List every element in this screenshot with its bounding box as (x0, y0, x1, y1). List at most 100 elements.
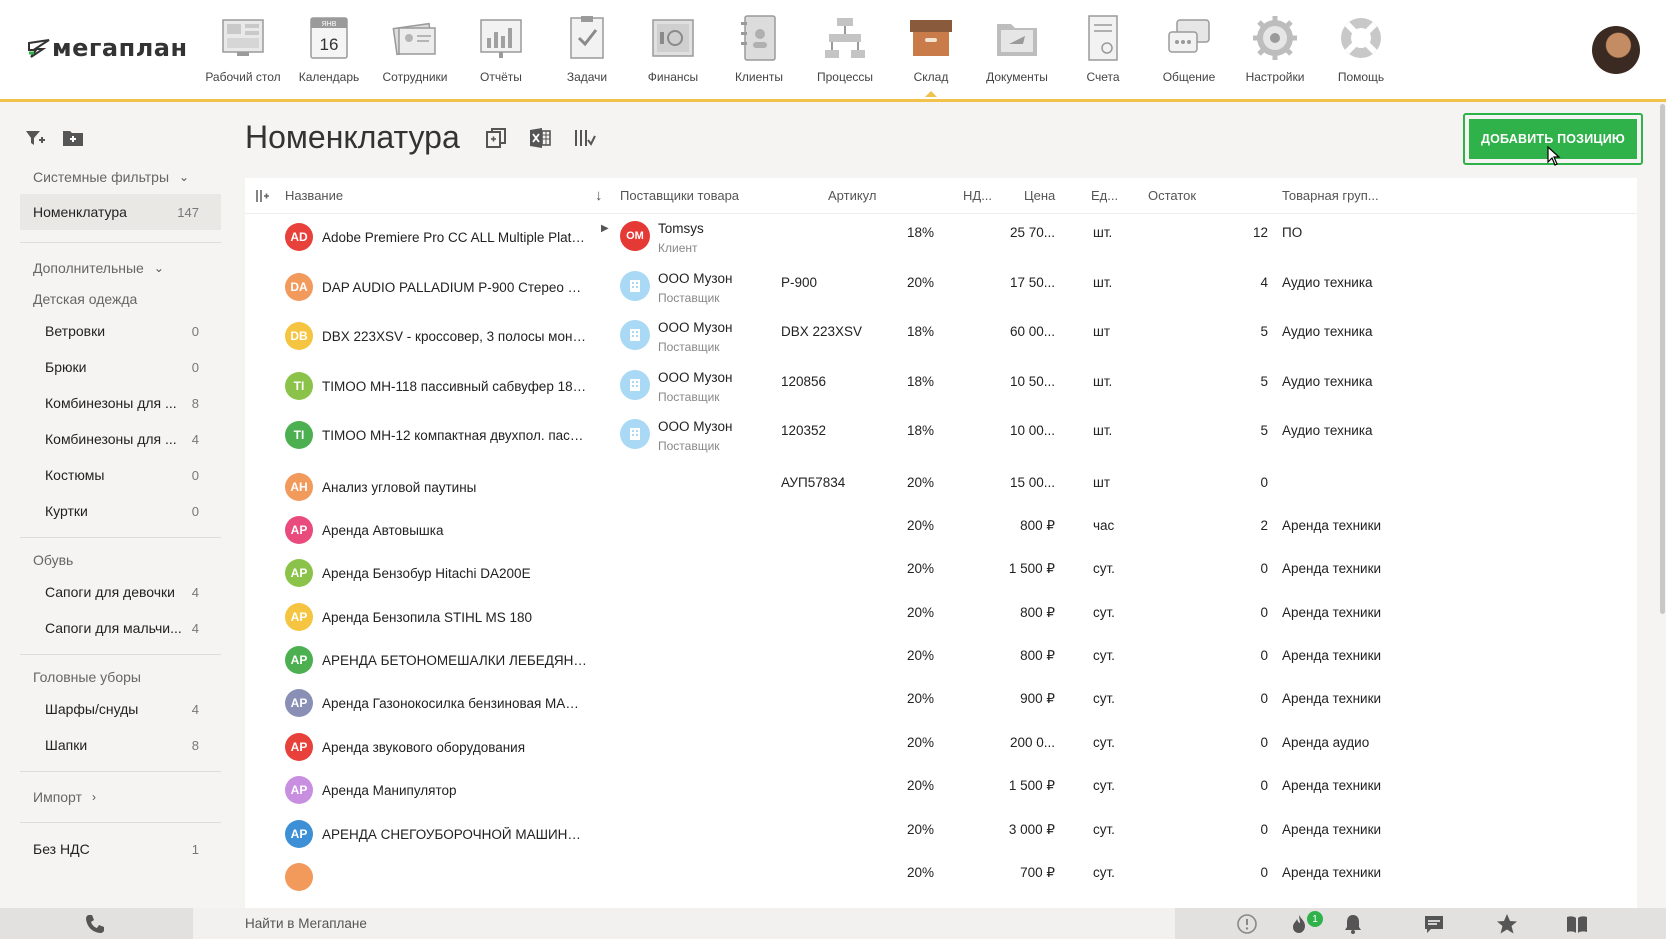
nav-item-calendar[interactable]: ЯНВ 16 Календарь (286, 14, 372, 84)
copy-icon[interactable] (484, 126, 508, 150)
phone-icon[interactable] (84, 913, 106, 935)
column-header-suppliers[interactable]: Поставщики товара (620, 188, 739, 203)
table-row[interactable]: АР Аренда Газонокосилка бензиновая MAKI..… (245, 678, 1637, 721)
column-header-sku[interactable]: Артикул (828, 188, 876, 203)
group-heading[interactable]: Головные уборы (20, 663, 221, 691)
table-row[interactable]: АР Аренда Бензобур Hitachi DA200E 20% 1 500… (245, 548, 1637, 591)
sidebar-item[interactable]: Сапоги для мальчи... 4 (20, 610, 221, 646)
sidebar-item[interactable]: Куртки 0 (20, 493, 221, 529)
group-heading[interactable]: Детская одежда (20, 285, 221, 313)
nav-item-processes[interactable]: Процессы (802, 14, 888, 84)
sidebar-item[interactable]: Шарфы/снуды 4 (20, 691, 221, 727)
item-name[interactable]: Аренда Бензобур Hitachi DA200E (322, 566, 587, 581)
table-row[interactable]: АН Анализ угловой паутины АУП57834 20% 15 00… (245, 462, 1637, 505)
book-icon[interactable] (1566, 913, 1588, 935)
item-name[interactable]: АРЕНДА СНЕГОУБОРОЧНОЙ МАШИНЫ Р... (322, 827, 587, 842)
nav-item-warehouse[interactable]: Склад (888, 14, 974, 97)
item-name[interactable]: Adobe Premiere Pro CC ALL Multiple Platf… (322, 230, 587, 245)
supplier-name[interactable]: ООО Музон (658, 320, 732, 335)
table-row[interactable]: АР Аренда звукового оборудования 20% 200 0.… (245, 722, 1637, 765)
item-name[interactable]: Аренда Манипулятор (322, 783, 587, 798)
nav-item-settings[interactable]: Настройки (1232, 14, 1318, 84)
user-avatar[interactable] (1592, 26, 1640, 74)
table-row[interactable]: АР Аренда Манипулятор 20% 1 500 ₽ сут. 0 Аренд… (245, 765, 1637, 808)
column-header-price[interactable]: Цена (1024, 188, 1055, 203)
star-icon[interactable] (1496, 913, 1518, 935)
item-price: 17 50... (1009, 274, 1055, 290)
item-name[interactable]: Анализ угловой паутины (322, 480, 587, 495)
additional-toggle[interactable]: Дополнительные ⌄ (20, 251, 221, 285)
supplier-name[interactable]: Tomsys (658, 221, 704, 236)
item-price: 1 500 ₽ (1008, 778, 1055, 794)
table-row[interactable]: TI TIMOO MH-118 пассивный сабвуфер 18 ",.… (245, 363, 1637, 413)
nav-item-desktop[interactable]: Рабочий стол (200, 14, 286, 84)
table-row[interactable]: DB DBX 223XSV - кроссовер, 3 полосы моно-… (245, 313, 1637, 363)
item-name[interactable]: TIMOO MH-118 пассивный сабвуфер 18 ",... (322, 379, 587, 394)
table-row[interactable]: 20% 700 ₽ сут. 0 Аренда техники (245, 852, 1637, 895)
column-settings-icon[interactable] (572, 126, 596, 150)
sidebar-item-no-vat[interactable]: Без НДС 1 (20, 831, 221, 867)
item-name[interactable]: Аренда Бензопила STIHL MS 180 (322, 610, 587, 625)
item-stock: 0 (1260, 604, 1268, 620)
nav-item-clients[interactable]: Клиенты (716, 14, 802, 84)
group-heading[interactable]: Обувь (20, 546, 221, 574)
mouse-cursor-icon (1547, 146, 1561, 166)
sidebar-item[interactable]: Шапки 8 (20, 727, 221, 763)
excel-export-icon[interactable] (528, 126, 552, 150)
add-filter-icon[interactable] (24, 127, 46, 149)
table-row[interactable]: TI TIMOO MH-12 компактная двухпол. пасс..… (245, 412, 1637, 462)
table-row[interactable]: АР АРЕНДА БЕТОНОМЕШАЛКИ ЛЕБЕДЯНЬ ... 20% 80… (245, 635, 1637, 678)
table-row[interactable]: АР Аренда Бензопила STIHL MS 180 20% 800 ₽ с… (245, 592, 1637, 635)
warning-icon[interactable] (1236, 913, 1258, 935)
system-filters-toggle[interactable]: Системные фильтры ⌄ (20, 160, 221, 194)
expand-arrow-icon[interactable]: ▶ (601, 223, 609, 234)
sidebar-item[interactable]: Комбинезоны для ... 8 (20, 385, 221, 421)
table-row[interactable]: DA DAP AUDIO PALLADIUM P-900 Стерео уси..… (245, 264, 1637, 314)
item-name[interactable]: Аренда Автовышка (322, 523, 587, 538)
import-toggle[interactable]: Импорт › (20, 780, 221, 814)
nav-item-chat[interactable]: Общение (1146, 14, 1232, 84)
item-name[interactable]: Аренда звукового оборудования (322, 740, 587, 755)
item-name[interactable]: АРЕНДА БЕТОНОМЕШАЛКИ ЛЕБЕДЯНЬ ... (322, 653, 587, 668)
supplier-name[interactable]: ООО Музон (658, 419, 732, 434)
sidebar-item[interactable]: Костюмы 0 (20, 457, 221, 493)
messages-icon[interactable] (1423, 913, 1445, 935)
item-name[interactable]: DBX 223XSV - кроссовер, 3 полосы моно-,.… (322, 329, 587, 344)
item-stock: 0 (1260, 648, 1268, 664)
page-scrollbar[interactable] (1660, 104, 1665, 614)
item-name[interactable]: Аренда Газонокосилка бензиновая MAKI... (322, 696, 587, 711)
column-header-unit[interactable]: Ед... (1091, 188, 1118, 203)
nav-item-help[interactable]: Помощь (1318, 14, 1404, 84)
supplier-name[interactable]: ООО Музон (658, 271, 732, 286)
nav-item-tasks[interactable]: Задачи (544, 14, 630, 84)
item-stock: 0 (1260, 561, 1268, 577)
bell-icon[interactable] (1342, 913, 1364, 935)
sidebar-item-count: 8 (191, 737, 199, 753)
nav-item-documents[interactable]: Документы (974, 14, 1060, 84)
item-name[interactable]: TIMOO MH-12 компактная двухпол. пасс.... (322, 428, 587, 443)
sidebar-item[interactable]: Комбинезоны для ... 4 (20, 421, 221, 457)
column-header-stock[interactable]: Остаток (1148, 188, 1196, 203)
sidebar-item[interactable]: Брюки 0 (20, 349, 221, 385)
table-row[interactable]: АР Аренда Автовышка 20% 800 ₽ час 2 Аренда тех… (245, 505, 1637, 548)
sidebar-item[interactable]: Ветровки 0 (20, 313, 221, 349)
nav-item-finance[interactable]: Финансы (630, 14, 716, 84)
sort-desc-icon[interactable]: ↓ (595, 187, 603, 204)
add-folder-icon[interactable] (62, 127, 84, 149)
column-header-group[interactable]: Товарная груп... (1282, 188, 1379, 203)
column-header-name[interactable]: Название (285, 188, 343, 203)
column-picker-icon[interactable] (255, 189, 269, 203)
nav-item-employees[interactable]: Сотрудники (372, 14, 458, 84)
sidebar-item[interactable]: Сапоги для девочки 4 (20, 574, 221, 610)
nav-label: Финансы (647, 70, 699, 84)
global-search-input[interactable]: Найти в Мегаплане (193, 908, 1175, 939)
column-header-vat[interactable]: НД... (963, 188, 992, 203)
sidebar-item-nomenclature[interactable]: Номенклатура 147 (20, 194, 221, 230)
megaplan-logo[interactable]: мегаплан (28, 34, 188, 62)
table-row[interactable]: АР АРЕНДА СНЕГОУБОРОЧНОЙ МАШИНЫ Р... 20% 3 … (245, 809, 1637, 852)
supplier-name[interactable]: ООО Музон (658, 370, 732, 385)
nav-item-reports[interactable]: Отчёты (458, 14, 544, 84)
table-row[interactable]: AD Adobe Premiere Pro CC ALL Multiple Pla… (245, 214, 1637, 264)
nav-item-invoices[interactable]: Счета (1060, 14, 1146, 84)
item-name[interactable]: DAP AUDIO PALLADIUM P-900 Стерео уси... (322, 280, 587, 295)
